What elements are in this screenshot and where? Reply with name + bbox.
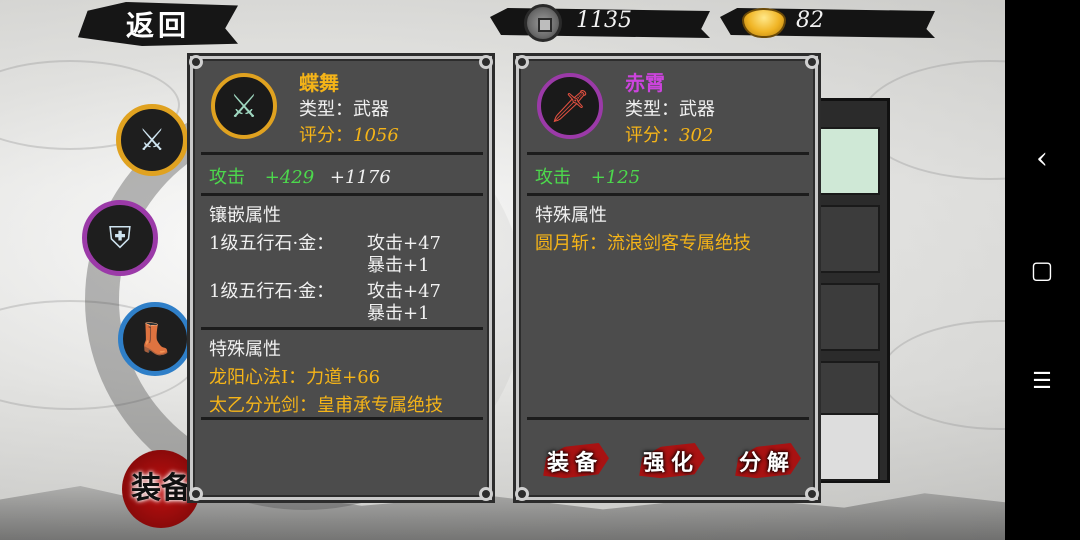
- decompose-button-label: 分解: [738, 450, 795, 476]
- inventory-slot[interactable]: [818, 413, 880, 481]
- item-icon-frame: 🗡: [537, 73, 603, 139]
- nav-back-icon[interactable]: ‹: [1027, 141, 1057, 176]
- compare-item-panel: 🗡 赤霄 类型：武器 评分：302 攻击 +125 特殊属性 圆月斩：流浪剑客专…: [515, 55, 819, 501]
- divider: [201, 327, 483, 330]
- score-value: 302: [679, 125, 714, 146]
- copper-coin-icon: [524, 4, 562, 42]
- inventory-slot[interactable]: [818, 205, 880, 273]
- special-title: 特殊属性: [209, 339, 281, 360]
- item-icon-frame: ⚔: [211, 73, 277, 139]
- red-sword-icon: 🗡: [549, 87, 591, 125]
- equipped-item-panel: ⚔ 蝶舞 类型：武器 评分：1056 攻击 +429 +1176 镶嵌属性 1级…: [189, 55, 493, 501]
- panel-corner: [515, 55, 529, 69]
- attack-bonus: +429: [264, 167, 315, 188]
- special-title: 特殊属性: [535, 205, 607, 226]
- wave-decoration: [880, 320, 1005, 430]
- attack-label: 攻击: [535, 167, 571, 188]
- attack-total: +1176: [329, 167, 391, 188]
- equip-button[interactable]: 装备: [535, 435, 615, 487]
- panel-corner: [805, 487, 819, 501]
- panel-corner: [189, 55, 203, 69]
- equip-tab-seal[interactable]: 装备: [122, 450, 200, 528]
- item-type: 类型：武器: [625, 99, 715, 120]
- score-value: 1056: [353, 125, 399, 146]
- inlay-1-crit: 暴击+1: [367, 255, 430, 276]
- blade-weapon-icon: ⚔: [138, 122, 166, 158]
- ingot-count: 82: [796, 8, 824, 33]
- item-name: 蝶舞: [299, 71, 339, 95]
- panel-corner: [805, 55, 819, 69]
- enhance-button-label: 强化: [642, 450, 699, 476]
- equip-button-label: 装备: [546, 450, 603, 476]
- blade-weapon-icon: ⚔: [229, 87, 259, 125]
- divider: [527, 152, 809, 155]
- attack-bonus: +125: [590, 167, 641, 188]
- armor-icon: ⛨: [108, 220, 132, 256]
- special-attr-1: 圆月斩：流浪剑客专属绝技: [535, 233, 751, 254]
- score-label: 评分：: [625, 125, 679, 146]
- inlay-title: 镶嵌属性: [209, 205, 281, 226]
- inlay-2-crit: 暴击+1: [367, 303, 430, 324]
- panel-corner: [189, 487, 203, 501]
- item-type: 类型：武器: [299, 99, 389, 120]
- boots-slot[interactable]: 👢: [118, 302, 192, 376]
- special-attr-2: 太乙分光剑：皇甫承专属绝技: [209, 395, 443, 416]
- inventory-slot[interactable]: [818, 127, 880, 195]
- boots-icon: 👢: [136, 321, 174, 357]
- nav-menu-icon[interactable]: ☰: [1027, 366, 1057, 396]
- nav-home-icon[interactable]: ▢: [1027, 255, 1057, 285]
- system-navigation-bar: ‹ ▢ ☰: [1005, 0, 1080, 540]
- equip-seal-label: 装备: [131, 471, 191, 506]
- decompose-button[interactable]: 分解: [727, 435, 807, 487]
- armor-slot[interactable]: ⛨: [82, 200, 158, 276]
- back-button[interactable]: 返回: [78, 2, 238, 46]
- weapon-slot[interactable]: ⚔: [116, 104, 188, 176]
- attack-label: 攻击: [209, 167, 245, 188]
- divider: [201, 417, 483, 420]
- panel-corner: [479, 55, 493, 69]
- divider: [527, 193, 809, 196]
- enhance-button[interactable]: 强化: [631, 435, 711, 487]
- inlay-2-name: 1级五行石·金：: [209, 281, 335, 302]
- special-attr-1: 龙阳心法Ⅰ：力道+66: [209, 367, 381, 388]
- divider: [201, 152, 483, 155]
- coin-count: 1135: [576, 8, 632, 33]
- divider: [527, 417, 809, 420]
- score-label: 评分：: [299, 125, 353, 146]
- panel-corner: [515, 487, 529, 501]
- inventory-slot[interactable]: [818, 283, 880, 351]
- panel-corner: [479, 487, 493, 501]
- back-button-label: 返回: [125, 9, 190, 42]
- divider: [201, 193, 483, 196]
- item-name: 赤霄: [625, 71, 665, 95]
- inlay-1-name: 1级五行石·金：: [209, 233, 335, 254]
